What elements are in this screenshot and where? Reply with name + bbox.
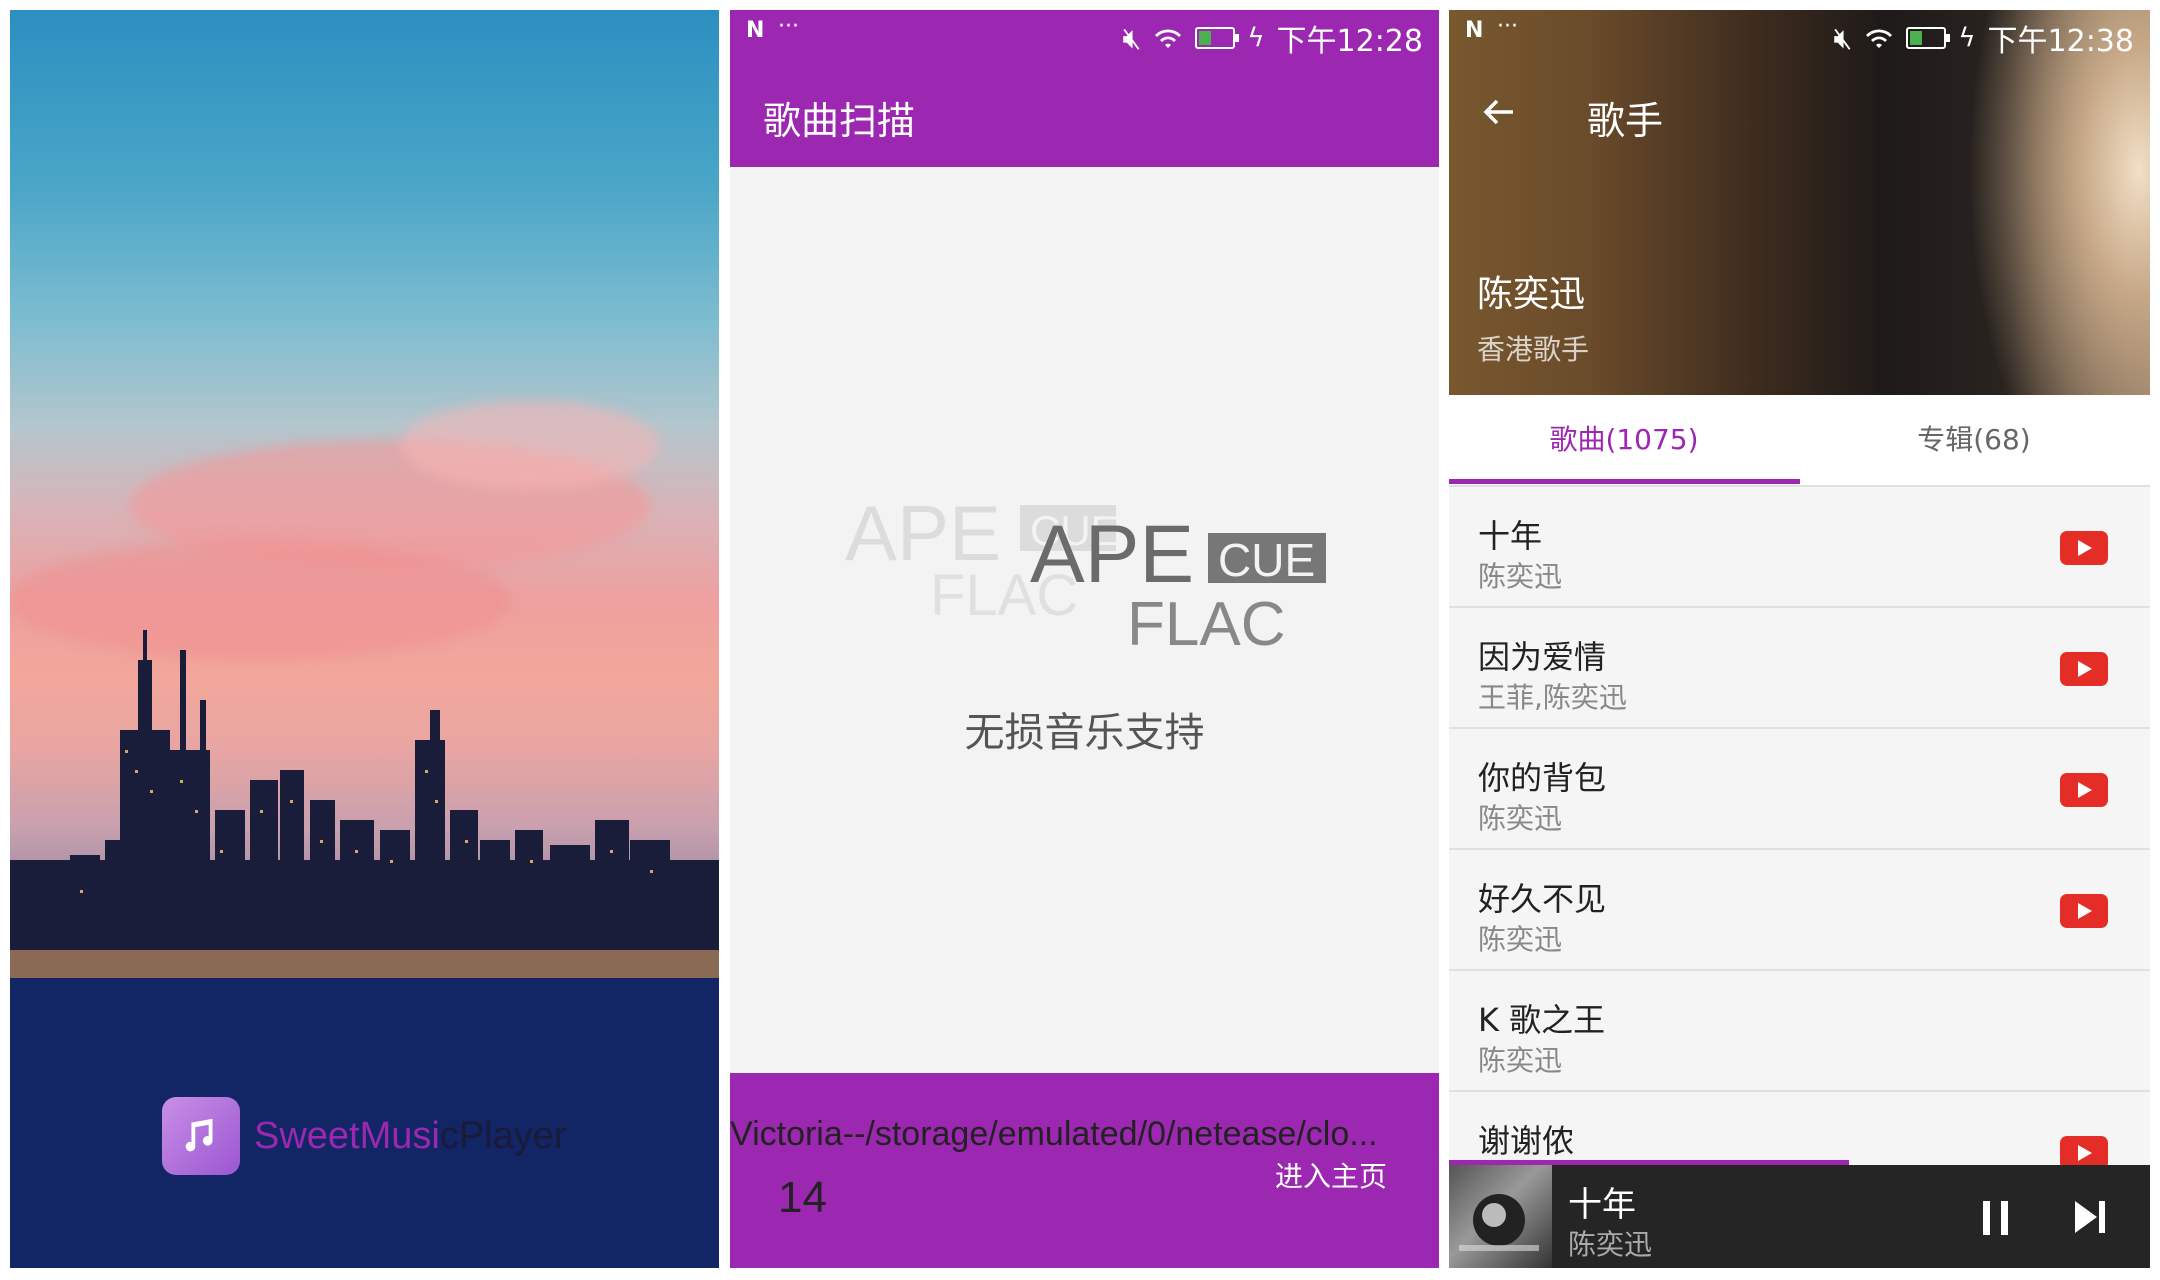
toolbar: N ··· 🔇︎ ϟ 下午12:28 歌曲扫描 <box>730 10 1439 167</box>
song-row[interactable]: 十年 陈奕迅 <box>1449 487 2150 608</box>
lossless-support-label: 无损音乐支持 <box>964 710 1205 756</box>
album-cover <box>1449 1165 1552 1268</box>
scan-status-panel: Victoria--/storage/emulated/0/netease/cl… <box>730 1073 1439 1268</box>
singer-header: N ··· 🔇︎ ϟ 下午12:38 歌手 陈奕迅 香港歌手 <box>1449 10 2150 395</box>
song-title: 十年 <box>1478 517 1543 555</box>
singer-name: 陈奕迅 <box>1477 274 1586 315</box>
page-title: 歌手 <box>1587 99 1664 143</box>
mini-player[interactable]: 十年 陈奕迅 <box>1449 1165 2150 1268</box>
song-row[interactable]: 因为爱情 王菲,陈奕迅 <box>1449 608 2150 729</box>
song-scan-screen: N ··· 🔇︎ ϟ 下午12:28 歌曲扫描 APE CUE FLAC APE… <box>730 10 1439 1268</box>
charging-icon: ϟ <box>1958 23 1976 53</box>
song-row[interactable]: K 歌之王 陈奕迅 <box>1449 971 2150 1092</box>
singer-description: 香港歌手 <box>1477 333 1590 366</box>
more-notifications-icon: ··· <box>778 14 799 39</box>
song-title: 你的背包 <box>1478 759 1607 797</box>
app-name: SweetMusicPlayer <box>254 1115 567 1158</box>
battery-icon <box>1195 27 1240 49</box>
mv-play-icon[interactable] <box>2060 773 2108 807</box>
now-playing-title: 十年 <box>1568 1185 1636 1225</box>
skip-next-icon[interactable] <box>2073 1199 2107 1235</box>
mv-play-icon[interactable] <box>2060 531 2108 565</box>
song-row[interactable]: 你的背包 陈奕迅 <box>1449 729 2150 850</box>
singer-detail-screen: N ··· 🔇︎ ϟ 下午12:38 歌手 陈奕迅 香港歌手 歌曲(1075) … <box>1449 10 2150 1268</box>
song-artist: 陈奕迅 <box>1478 802 1563 835</box>
enter-home-button[interactable]: 进入主页 <box>1275 1155 1387 1195</box>
wifi-icon <box>1155 29 1182 48</box>
mute-icon: 🔇︎ <box>1122 20 1142 56</box>
mute-icon: 🔇︎ <box>1833 20 1853 56</box>
page-title: 歌曲扫描 <box>763 99 916 143</box>
song-artist: 陈奕迅 <box>1478 923 1563 956</box>
song-artist: 王菲,陈奕迅 <box>1478 681 1627 714</box>
app-name-part2: cPlayer <box>439 1114 567 1157</box>
song-artist: 陈奕迅 <box>1478 560 1563 593</box>
logo-ape: APE <box>1030 509 1194 600</box>
charging-icon: ϟ <box>1247 23 1265 53</box>
mv-play-icon[interactable] <box>2060 652 2108 686</box>
tab-songs[interactable]: 歌曲(1075) <box>1449 395 1799 485</box>
mv-play-icon[interactable] <box>2060 894 2108 928</box>
pause-icon[interactable] <box>1983 1201 2009 1235</box>
wifi-icon <box>1866 29 1893 48</box>
song-title: K 歌之王 <box>1478 1001 1606 1039</box>
song-artist: 陈奕迅 <box>1478 1044 1563 1077</box>
song-title: 谢谢侬 <box>1478 1122 1575 1160</box>
battery-icon <box>1906 27 1951 49</box>
song-title: 因为爱情 <box>1478 638 1607 676</box>
logo-cue: CUE <box>1218 534 1315 586</box>
scanning-path: Victoria--/storage/emulated/0/netease/cl… <box>730 1115 1378 1153</box>
nfc-icon: N <box>746 18 765 43</box>
more-notifications-icon: ··· <box>1497 14 1518 39</box>
back-arrow-icon[interactable] <box>1479 92 1519 132</box>
tab-bar: 歌曲(1075) 专辑(68) <box>1449 395 2150 487</box>
tab-albums[interactable]: 专辑(68) <box>1799 395 2149 485</box>
lossless-format-logo: APE CUE FLAC APE CUE FLAC <box>845 490 1326 659</box>
tab-indicator <box>1449 479 1800 484</box>
app-name-part1: SweetMusi <box>254 1114 440 1157</box>
song-row[interactable]: 好久不见 陈奕迅 <box>1449 850 2150 971</box>
city-skyline-image <box>10 630 719 1268</box>
status-time: 下午12:28 <box>1276 24 1423 59</box>
song-title: 好久不见 <box>1478 880 1607 918</box>
status-bar: N ··· 🔇︎ ϟ 下午12:28 <box>730 10 1439 59</box>
logo-flac: FLAC <box>1127 590 1285 659</box>
status-time: 下午12:38 <box>1987 24 2134 59</box>
scanned-count: 14 <box>778 1173 827 1222</box>
nfc-icon: N <box>1465 18 1484 43</box>
now-playing-artist: 陈奕迅 <box>1568 1228 1653 1261</box>
status-bar: N ··· 🔇︎ ϟ 下午12:38 <box>1449 10 2150 59</box>
app-logo-row: SweetMusicPlayer <box>162 1097 567 1175</box>
song-list: 十年 陈奕迅 因为爱情 王菲,陈奕迅 你的背包 陈奕迅 好久不见 陈奕迅 K 歌… <box>1449 487 2150 1211</box>
splash-screen: SweetMusicPlayer <box>10 10 719 1268</box>
music-note-icon <box>162 1097 240 1175</box>
